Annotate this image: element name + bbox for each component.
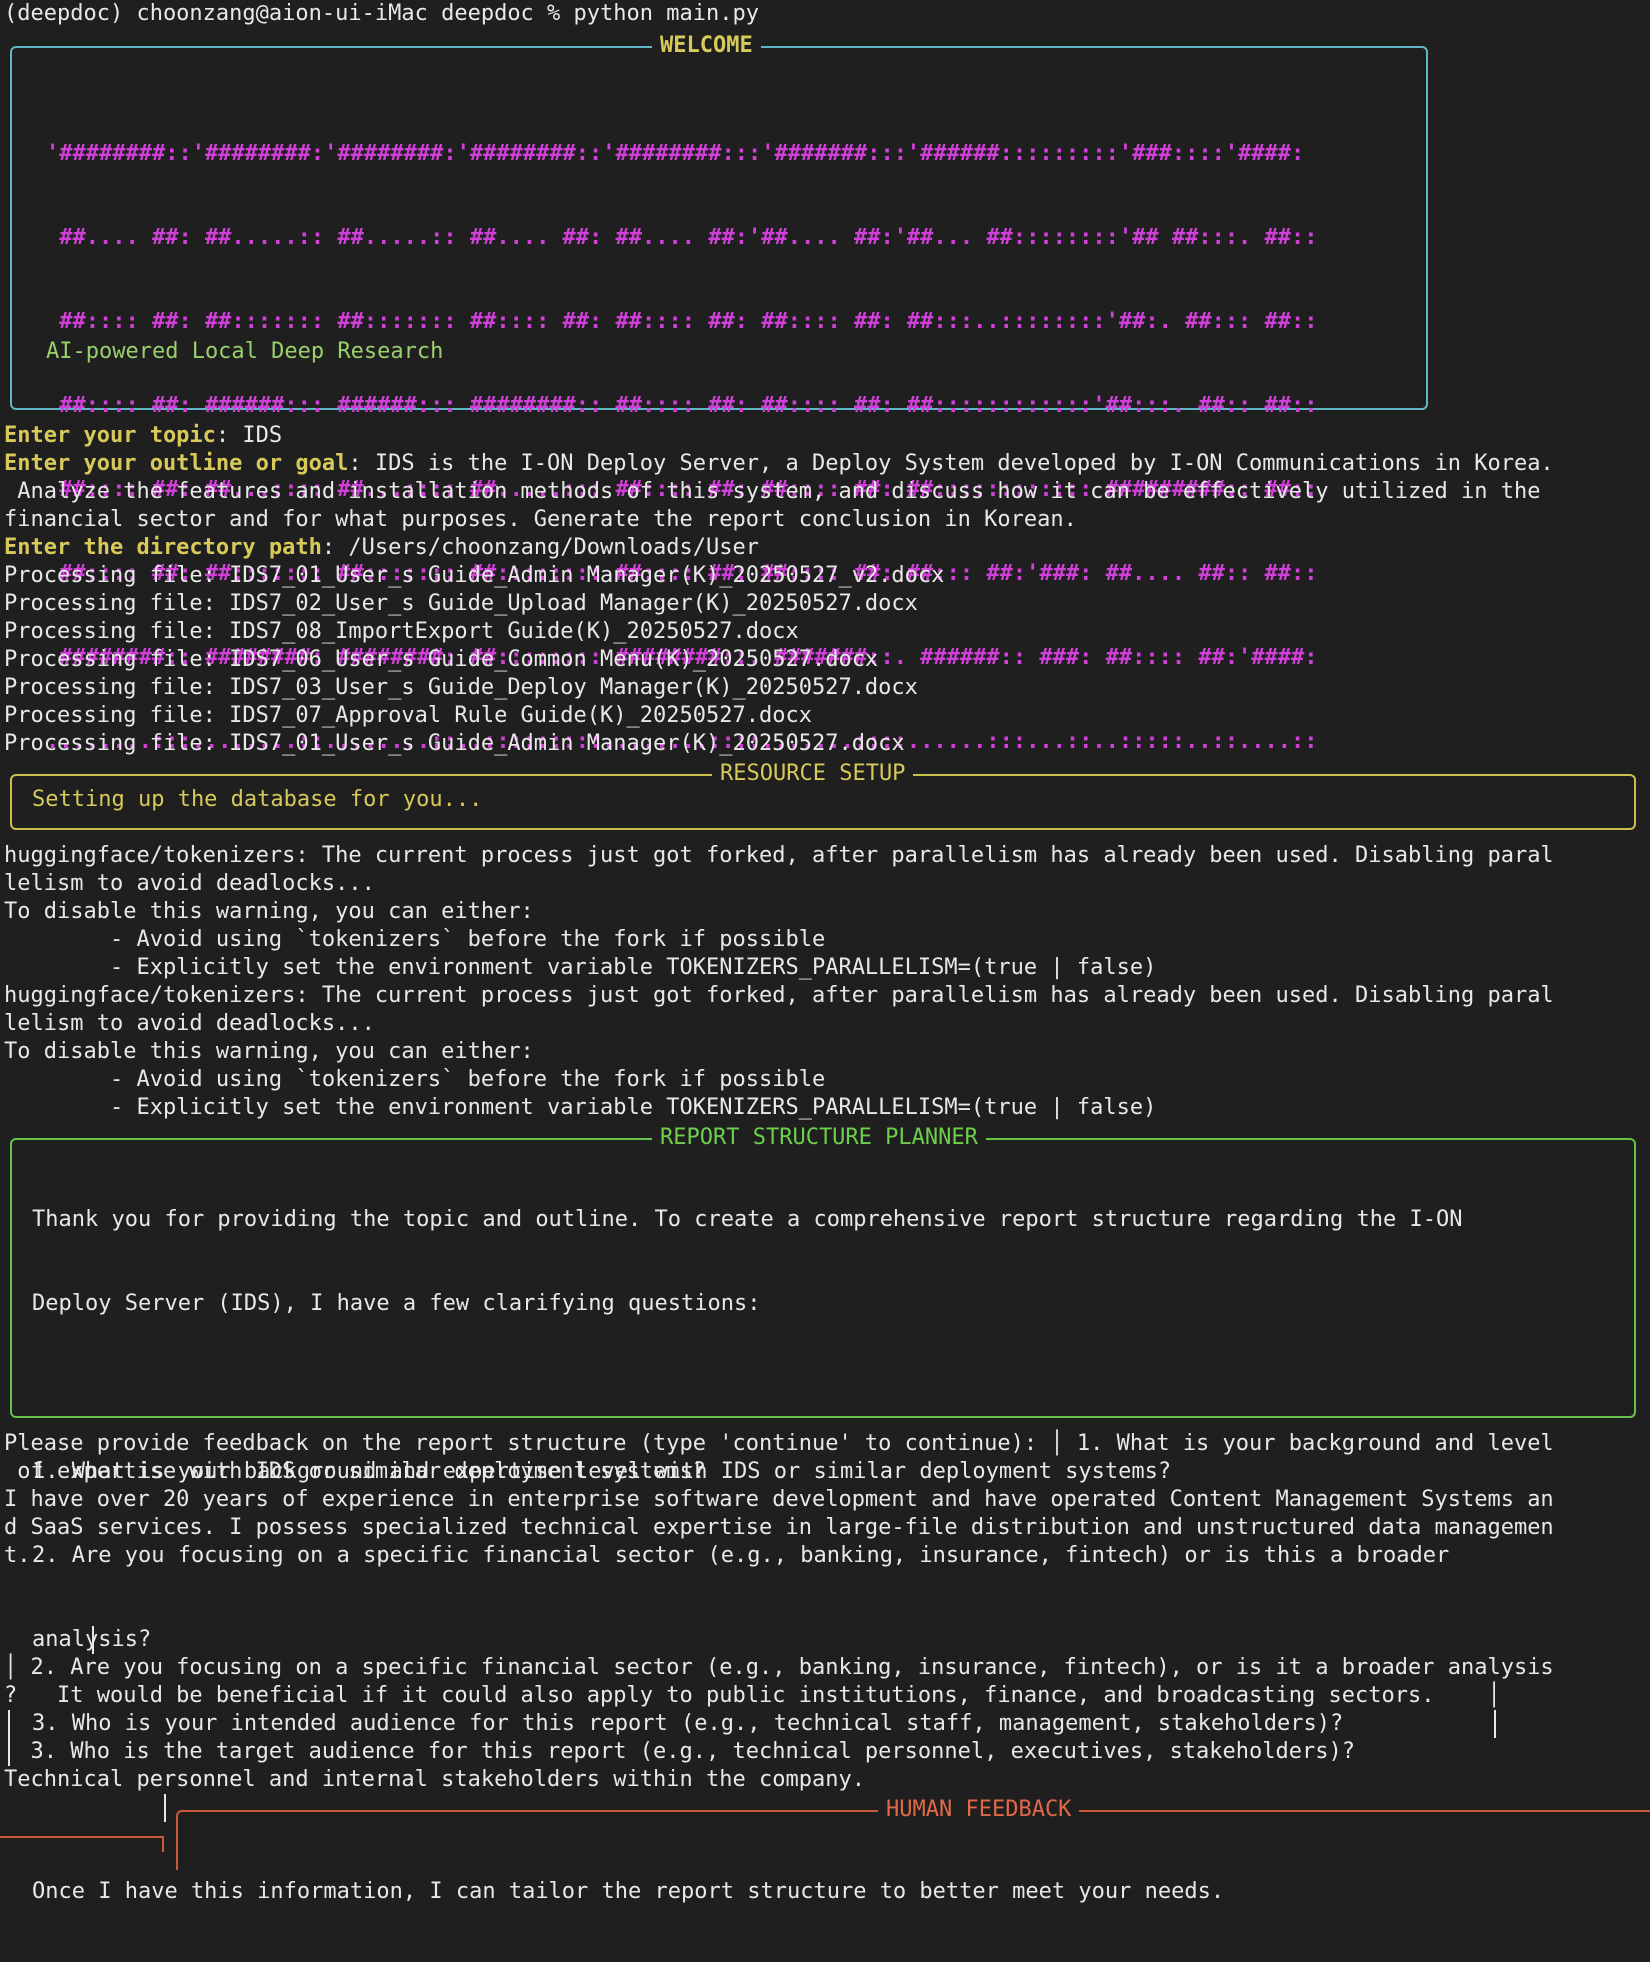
warning-line: - Explicitly set the environment variabl… <box>4 955 1157 980</box>
banner-line: ##.... ##: ##.....:: ##.....:: ##.... ##… <box>46 225 1318 250</box>
outline-prompt: Enter your outline or goal: IDS is the I… <box>4 450 1554 478</box>
border-fragment <box>92 1626 94 1654</box>
resource-setup-title: RESOURCE SETUP <box>712 760 914 788</box>
warning-line: lelism to avoid deadlocks... <box>4 871 375 896</box>
warning-line: lelism to avoid deadlocks... <box>4 1011 375 1036</box>
human-feedback-border-left-corner <box>162 1836 164 1852</box>
border-fragment <box>8 1738 10 1766</box>
feedback-answer-line: d SaaS services. I possess specialized t… <box>4 1515 1554 1540</box>
report-planner-title: REPORT STRUCTURE PLANNER <box>652 1124 986 1152</box>
feedback-answer-line: I have over 20 years of experience in en… <box>4 1487 1554 1512</box>
feedback-q2-line: │ 2. Are you focusing on a specific fina… <box>4 1655 1554 1680</box>
resource-setup-message: Setting up the database for you... <box>32 787 483 812</box>
outline-label: Enter your outline or goal <box>4 451 349 476</box>
processing-line: Processing file: IDS7_01_User_s Guide_Ad… <box>4 731 905 756</box>
command-line: (deepdoc) choonzang@aion-ui-iMac deepdoc… <box>4 1 759 26</box>
processing-line: Processing file: IDS7_06_User_s Guide_Co… <box>4 647 879 672</box>
outline-value-line: financial sector and for what purposes. … <box>4 507 1077 532</box>
planner-line: 3. Who is your intended audience for thi… <box>32 1711 1344 1736</box>
directory-value: : /Users/choonzang/Downloads/User <box>321 535 759 560</box>
warning-line: To disable this warning, you can either: <box>4 1039 534 1064</box>
human-feedback-panel: HUMAN FEEDBACK <box>176 1796 1650 1870</box>
welcome-subtitle: AI-powered Local Deep Research <box>46 339 444 364</box>
planner-line: Thank you for providing the topic and ou… <box>32 1207 1463 1232</box>
feedback-line: of expertise with IDS or similar deploym… <box>4 1459 706 1484</box>
report-planner-panel: REPORT STRUCTURE PLANNER Thank you for p… <box>10 1124 1636 1904</box>
feedback-prompt-line: Please provide feedback on the report st… <box>4 1431 1554 1456</box>
banner-line: '########::'########:'########:'########… <box>46 141 1305 166</box>
processing-line: Processing file: IDS7_02_User_s Guide_Up… <box>4 591 918 616</box>
feedback-q3-answer: Technical personnel and internal stakeho… <box>4 1767 865 1792</box>
feedback-q2-line: ? It would be beneficial if it could als… <box>4 1683 1501 1708</box>
processing-line: Processing file: IDS7_03_User_s Guide_De… <box>4 675 918 700</box>
warning-line: - Avoid using `tokenizers` before the fo… <box>4 1067 826 1092</box>
warning-line: - Avoid using `tokenizers` before the fo… <box>4 927 826 952</box>
welcome-title: WELCOME <box>652 32 761 60</box>
planner-line: analysis? <box>32 1626 1462 1654</box>
resource-setup-panel: RESOURCE SETUP Setting up the database f… <box>10 760 1636 830</box>
border-fragment <box>1494 1710 1496 1738</box>
processing-line: Processing file: IDS7_07_Approval Rule G… <box>4 703 812 728</box>
planner-line: Deploy Server (IDS), I have a few clarif… <box>32 1291 761 1316</box>
feedback-q3-line: 3. Who is the target audience for this r… <box>4 1739 1356 1764</box>
warning-line: To disable this warning, you can either: <box>4 899 534 924</box>
banner-line: ##:::: ##: ######::: ######::: ########:… <box>46 393 1318 418</box>
outline-value-line: Analyze the features and installation me… <box>4 479 1541 504</box>
topic-label: Enter your topic <box>4 423 216 448</box>
planner-line <box>32 1374 1462 1402</box>
processing-line: Processing file: IDS7_01_User_s Guide_Ad… <box>4 563 945 588</box>
directory-label: Enter the directory path <box>4 535 322 560</box>
planner-line: 2. Are you focusing on a specific financ… <box>32 1543 1450 1568</box>
border-fragment <box>8 1710 10 1738</box>
topic-prompt: Enter your topic: IDS <box>4 422 282 450</box>
banner-line: ##:::: ##: ##::::::: ##::::::: ##:::: ##… <box>46 309 1318 334</box>
human-feedback-border-left <box>0 1836 164 1838</box>
processing-line: Processing file: IDS7_08_ImportExport Gu… <box>4 619 799 644</box>
feedback-answer-line: t. <box>4 1543 31 1568</box>
outline-value: : IDS is the I-ON Deploy Server, a Deplo… <box>348 451 1554 476</box>
directory-prompt: Enter the directory path: /Users/choonza… <box>4 534 759 562</box>
warning-line: - Explicitly set the environment variabl… <box>4 1095 1157 1120</box>
planner-line: Once I have this information, I can tail… <box>32 1879 1225 1904</box>
warning-line: huggingface/tokenizers: The current proc… <box>4 983 1554 1008</box>
border-fragment <box>164 1794 166 1822</box>
topic-value: : IDS <box>215 423 283 448</box>
warning-line: huggingface/tokenizers: The current proc… <box>4 843 1554 868</box>
human-feedback-title: HUMAN FEEDBACK <box>878 1796 1080 1824</box>
